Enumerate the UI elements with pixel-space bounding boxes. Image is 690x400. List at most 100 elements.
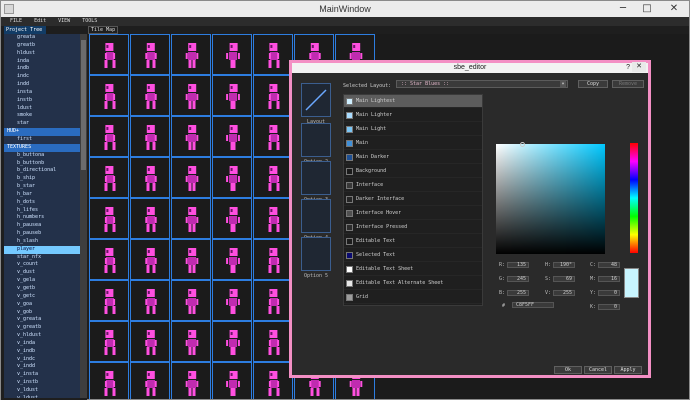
option-5-button[interactable]	[301, 237, 331, 271]
tile[interactable]	[171, 198, 211, 239]
color-role-list[interactable]: Main Lightest Main Lighter Main Light Main M…	[343, 94, 483, 306]
tree-item[interactable]: inda	[4, 58, 80, 66]
tree-item[interactable]: h_bar	[4, 191, 80, 199]
tile[interactable]	[171, 239, 211, 280]
tree-item[interactable]: v_getb	[4, 285, 80, 293]
tree-item[interactable]: hldust	[4, 50, 80, 58]
tree-item[interactable]: star	[4, 120, 80, 128]
color-role-item[interactable]: Selected Text	[344, 249, 482, 262]
tile[interactable]	[89, 362, 129, 399]
tree-item[interactable]: v_getc	[4, 293, 80, 301]
field-input-k[interactable]: 0	[598, 304, 620, 310]
tree-item[interactable]: v_instb	[4, 379, 80, 387]
tile[interactable]	[253, 198, 293, 239]
tile[interactable]	[130, 362, 170, 399]
tree-item[interactable]: v_ldust	[4, 387, 80, 395]
tree-item[interactable]: first	[4, 136, 80, 144]
project-tree[interactable]: greata greatb hldust inda indb indc indd insta i…	[4, 34, 80, 398]
hex-input[interactable]: C8F5FF	[512, 302, 554, 308]
tile[interactable]	[130, 157, 170, 198]
tree-item[interactable]: insta	[4, 89, 80, 97]
tile[interactable]	[212, 239, 252, 280]
tree-item[interactable]: v_gela	[4, 277, 80, 285]
tile[interactable]	[171, 280, 211, 321]
color-role-item[interactable]: Main Lightest	[344, 95, 482, 108]
tree-item[interactable]: greatb	[4, 42, 80, 50]
tile[interactable]	[130, 280, 170, 321]
tile[interactable]	[253, 75, 293, 116]
minimize-button[interactable]: ─	[613, 2, 633, 16]
tree-item[interactable]: v_goa	[4, 301, 80, 309]
color-role-item[interactable]: Editable Text Sheet	[344, 263, 482, 276]
tree-item[interactable]: indd	[4, 81, 80, 89]
tile[interactable]	[253, 34, 293, 75]
tile[interactable]	[212, 34, 252, 75]
tree-item[interactable]: v_dust	[4, 269, 80, 277]
tile[interactable]	[130, 75, 170, 116]
menu-file[interactable]: FILE	[10, 18, 22, 24]
tree-item[interactable]: v_gob	[4, 309, 80, 317]
field-input-v[interactable]: 255	[553, 290, 575, 296]
tree-scrollbar[interactable]	[80, 34, 87, 398]
tree-item[interactable]: b_buttonb	[4, 160, 80, 168]
tab-project-tree[interactable]: Project Tree	[4, 26, 46, 34]
tile[interactable]	[212, 362, 252, 399]
tree-item[interactable]: v_ldust	[4, 395, 80, 398]
color-role-item[interactable]: Editable Text Alternate Sheet	[344, 277, 482, 290]
picker-cursor[interactable]	[520, 142, 525, 147]
apply-button[interactable]: Apply	[614, 366, 642, 374]
field-input-b[interactable]: 255	[507, 290, 529, 296]
color-role-item[interactable]: Interface	[344, 179, 482, 192]
option-4-button[interactable]	[301, 199, 331, 233]
tile[interactable]	[89, 34, 129, 75]
field-input-c[interactable]: 48	[598, 262, 620, 268]
field-input-m[interactable]: 16	[598, 276, 620, 282]
tile[interactable]	[130, 34, 170, 75]
tile[interactable]	[253, 280, 293, 321]
cancel-button[interactable]: Cancel	[584, 366, 612, 374]
tree-item[interactable]: h_numbers	[4, 214, 80, 222]
tree-item[interactable]: v_insta	[4, 371, 80, 379]
scrollbar-thumb[interactable]	[81, 40, 86, 170]
tile[interactable]	[253, 157, 293, 198]
tile[interactable]	[253, 116, 293, 157]
tree-item[interactable]: greata	[4, 34, 80, 42]
tree-item[interactable]: indc	[4, 73, 80, 81]
tile[interactable]	[171, 362, 211, 399]
option-layout-button[interactable]	[301, 83, 331, 117]
tile[interactable]	[171, 157, 211, 198]
tile[interactable]	[89, 157, 129, 198]
tile[interactable]	[89, 280, 129, 321]
dialog-close-button[interactable]: ✕	[632, 62, 646, 72]
tile[interactable]	[253, 362, 293, 399]
hue-slider[interactable]	[630, 143, 638, 253]
tree-item[interactable]: ldust	[4, 105, 80, 113]
tree-item[interactable]: v_greata	[4, 316, 80, 324]
color-role-item[interactable]: Main	[344, 137, 482, 150]
field-input-h[interactable]: 190°	[553, 262, 575, 268]
copy-button[interactable]: Copy	[578, 80, 608, 88]
tile[interactable]	[171, 75, 211, 116]
tile[interactable]	[212, 75, 252, 116]
tree-item[interactable]: h_pauseb	[4, 230, 80, 238]
tree-item[interactable]: indb	[4, 65, 80, 73]
field-input-g[interactable]: 245	[507, 276, 529, 282]
title-bar[interactable]: MainWindow ─ □ ✕	[1, 1, 689, 17]
tree-item[interactable]: b_star	[4, 183, 80, 191]
tile[interactable]	[253, 239, 293, 280]
tab-tile-map[interactable]: Tile Map	[88, 26, 118, 34]
tree-item[interactable]: h_slash	[4, 238, 80, 246]
tree-item[interactable]: v_hldust	[4, 332, 80, 340]
tile[interactable]	[171, 321, 211, 362]
menu-tools[interactable]: TOOLS	[82, 18, 97, 24]
tree-item[interactable]: instb	[4, 97, 80, 105]
color-role-item[interactable]: Interface Hover	[344, 207, 482, 220]
color-role-item[interactable]: Interface Pressed	[344, 221, 482, 234]
color-role-item[interactable]: Grid	[344, 291, 482, 304]
tile[interactable]	[130, 239, 170, 280]
tile[interactable]	[89, 75, 129, 116]
field-input-s[interactable]: 69	[553, 276, 575, 282]
tree-item[interactable]: v_indd	[4, 363, 80, 371]
tree-item[interactable]: smoke	[4, 112, 80, 120]
tree-item[interactable]: b_directional	[4, 167, 80, 175]
